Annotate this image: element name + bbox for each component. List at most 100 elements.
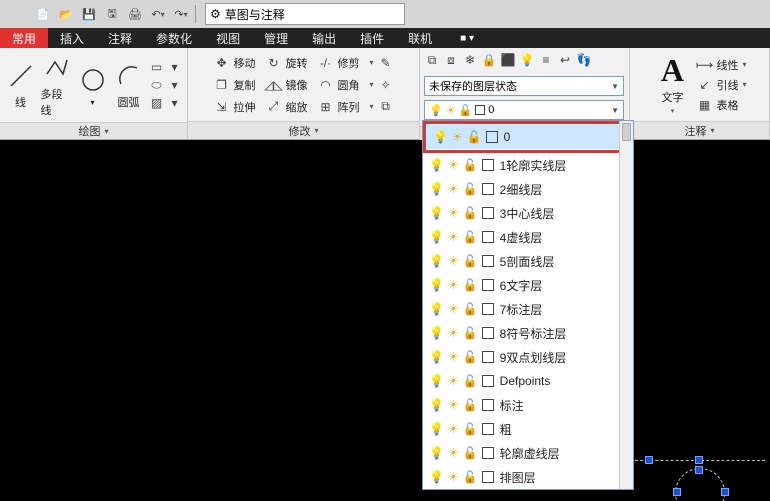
color-swatch[interactable] <box>482 471 494 483</box>
layer-row[interactable]: 💡☀🔓标注 <box>423 393 633 417</box>
layer-row[interactable]: 💡☀🔓4虚线层 <box>423 225 633 249</box>
save-icon[interactable]: 💾 <box>78 3 100 25</box>
line-button[interactable]: 线 <box>5 60 37 110</box>
bulb-icon[interactable]: 💡 <box>433 130 448 144</box>
help-icon[interactable]: ■ ▾ <box>452 28 482 48</box>
bulb-icon[interactable]: 💡 <box>429 374 444 388</box>
tab-parametric[interactable]: 参数化 <box>144 28 204 48</box>
sun-icon[interactable]: ☀ <box>448 206 459 220</box>
annotate-group-label[interactable]: 注释▾ <box>630 121 769 139</box>
sun-icon[interactable]: ☀ <box>448 398 459 412</box>
tab-output[interactable]: 输出 <box>300 28 348 48</box>
workspace-combo[interactable]: ⚙ 草图与注释 <box>205 3 405 25</box>
bulb-icon[interactable]: 💡 <box>429 206 444 220</box>
sun-icon[interactable]: ☀ <box>448 302 459 316</box>
layerprev-icon[interactable]: ↩ <box>557 52 573 68</box>
bulb-icon[interactable]: 💡 <box>429 158 444 172</box>
bulb-icon[interactable]: 💡 <box>429 326 444 340</box>
move-button[interactable]: ✥移动↻旋转-/·修剪▾✎ <box>213 54 393 72</box>
sun-icon[interactable]: ☀ <box>448 326 459 340</box>
bulb-icon[interactable]: 💡 <box>429 230 444 244</box>
bulb-icon[interactable]: 💡 <box>429 182 444 196</box>
layeriso-icon[interactable]: ⧈ <box>443 52 459 68</box>
layer-row[interactable]: 💡☀🔓7标注层 <box>423 297 633 321</box>
color-swatch[interactable] <box>482 447 494 459</box>
print-icon[interactable]: 🖨 <box>124 3 146 25</box>
ellipse-icon[interactable]: ⬭ <box>149 77 165 93</box>
color-swatch[interactable] <box>482 159 494 171</box>
ribbon-tabs[interactable]: 常用 插入 注释 参数化 视图 管理 输出 插件 联机 ■ ▾ <box>0 28 770 48</box>
unlock-icon[interactable]: 🔓 <box>463 206 478 220</box>
sun-icon[interactable]: ☀ <box>448 230 459 244</box>
draw-group-label[interactable]: 绘图▾ <box>0 122 187 139</box>
layeroff-icon[interactable]: 💡 <box>519 52 535 68</box>
layer-row[interactable]: 💡☀🔓6文字层 <box>423 273 633 297</box>
tab-manage[interactable]: 管理 <box>252 28 300 48</box>
bulb-icon[interactable]: 💡 <box>429 398 444 412</box>
stretch-button[interactable]: ⇲拉伸⤢缩放⊞阵列▾⧉ <box>213 98 393 116</box>
color-swatch[interactable] <box>482 303 494 315</box>
color-swatch[interactable] <box>482 231 494 243</box>
layermatch-icon[interactable]: ≡ <box>538 52 554 68</box>
color-swatch[interactable] <box>482 375 494 387</box>
copy-button[interactable]: ❐复制◿◺镜像◠圆角▾✧ <box>213 76 393 94</box>
scrollbar[interactable] <box>619 121 633 489</box>
sun-icon[interactable]: ☀ <box>448 422 459 436</box>
bulb-icon[interactable]: 💡 <box>429 254 444 268</box>
dim-linear-button[interactable]: ⟼线性▾ <box>696 56 746 74</box>
color-swatch[interactable] <box>486 131 498 143</box>
layercolor-icon[interactable]: ⬛ <box>500 52 516 68</box>
tab-view[interactable]: 视图 <box>204 28 252 48</box>
layer-state-combo[interactable]: 未保存的图层状态 ▼ <box>424 76 624 96</box>
tab-insert[interactable]: 插入 <box>48 28 96 48</box>
tab-online[interactable]: 联机 <box>396 28 444 48</box>
rect-icon[interactable]: ▭ <box>149 59 165 75</box>
unlock-icon[interactable]: 🔓 <box>463 470 478 484</box>
sun-icon[interactable]: ☀ <box>448 350 459 364</box>
text-button[interactable]: A 文字▾ <box>652 55 692 115</box>
color-swatch[interactable] <box>482 183 494 195</box>
color-swatch[interactable] <box>482 423 494 435</box>
sun-icon[interactable]: ☀ <box>448 158 459 172</box>
sun-icon[interactable]: ☀ <box>448 470 459 484</box>
bulb-icon[interactable]: 💡 <box>429 278 444 292</box>
layer-row[interactable]: 💡☀🔓9双点划线层 <box>423 345 633 369</box>
layer-row[interactable]: 💡☀🔓轮廓虚线层 <box>423 441 633 465</box>
color-swatch[interactable] <box>482 207 494 219</box>
bulb-icon[interactable]: 💡 <box>429 302 444 316</box>
hatch-icon[interactable]: ▨ <box>149 95 165 111</box>
table-button[interactable]: ▦表格 <box>696 96 746 114</box>
quick-access-toolbar[interactable]: 📄 📂 💾 🖫 🖨 ↶▾ ↷▾ ⚙ 草图与注释 <box>0 0 770 28</box>
layer-row[interactable]: 💡☀🔓1轮廓实线层 <box>423 153 633 177</box>
scrollbar-thumb[interactable] <box>622 123 631 141</box>
unlock-icon[interactable]: 🔓 <box>463 254 478 268</box>
color-swatch[interactable] <box>482 255 494 267</box>
layer-row[interactable]: 💡☀🔓粗 <box>423 417 633 441</box>
bulb-icon[interactable]: 💡 <box>429 350 444 364</box>
layer-row[interactable]: 💡 ☀ 🔓 0 <box>427 125 629 149</box>
sun-icon[interactable]: ☀ <box>448 182 459 196</box>
unlock-icon[interactable]: 🔓 <box>463 302 478 316</box>
layer-row[interactable]: 💡☀🔓Defpoints <box>423 369 633 393</box>
layer-row[interactable]: 💡☀🔓2细线层 <box>423 177 633 201</box>
leader-button[interactable]: ↙引线▾ <box>696 76 746 94</box>
unlock-icon[interactable]: 🔓 <box>463 158 478 172</box>
bulb-icon[interactable]: 💡 <box>429 446 444 460</box>
unlock-icon[interactable]: 🔓 <box>463 326 478 340</box>
layer-row[interactable]: 💡☀🔓5剖面线层 <box>423 249 633 273</box>
polyline-button[interactable]: 多段线 <box>41 52 73 118</box>
unlock-icon[interactable]: 🔓 <box>463 374 478 388</box>
sun-icon[interactable]: ☀ <box>448 278 459 292</box>
selection-grips[interactable] <box>635 450 765 501</box>
sun-icon[interactable]: ☀ <box>448 254 459 268</box>
bulb-icon[interactable]: 💡 <box>429 470 444 484</box>
layerwalk-icon[interactable]: 👣 <box>576 52 592 68</box>
undo-icon[interactable]: ↶▾ <box>147 3 169 25</box>
drawing-canvas[interactable] <box>0 140 770 501</box>
sun-icon[interactable]: ☀ <box>448 446 459 460</box>
color-swatch[interactable] <box>482 351 494 363</box>
unlock-icon[interactable]: 🔓 <box>463 182 478 196</box>
new-icon[interactable]: 📄 <box>32 3 54 25</box>
tab-home[interactable]: 常用 <box>0 28 48 48</box>
color-swatch[interactable] <box>482 399 494 411</box>
